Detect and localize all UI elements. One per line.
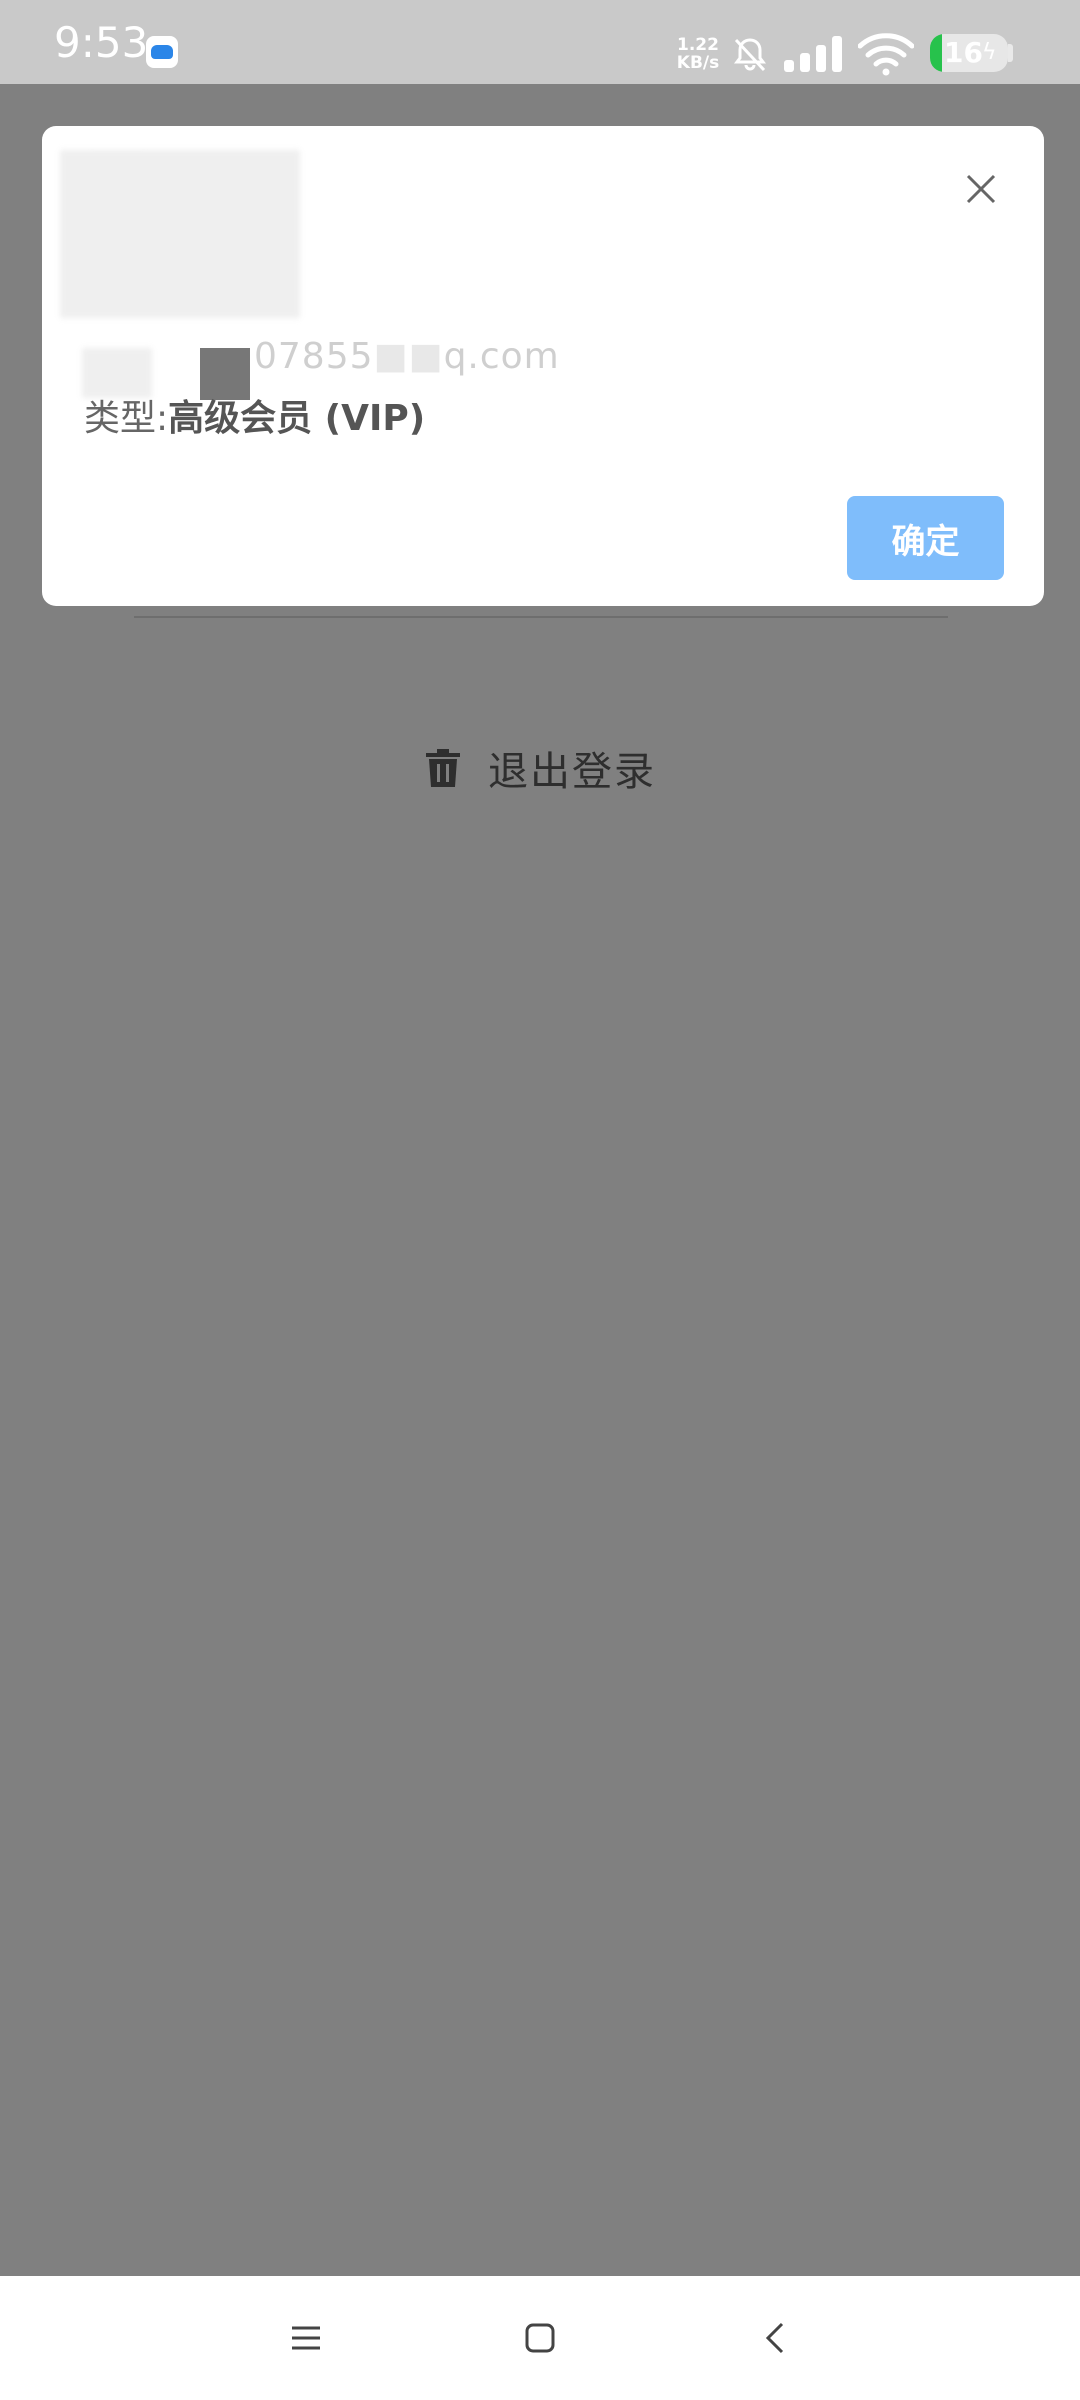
back-icon[interactable] (752, 2314, 800, 2362)
home-icon[interactable] (516, 2314, 564, 2362)
trash-icon (426, 749, 460, 787)
email-fragment: 07855■■q.com (254, 336, 560, 377)
confirm-button[interactable]: 确定 (847, 496, 1004, 580)
menu-icon[interactable] (282, 2314, 330, 2362)
network-speed-value: 1.22 (677, 35, 719, 55)
redacted-email-part (200, 348, 250, 400)
member-type-label: 类型: (84, 398, 169, 439)
bell-off-icon (734, 38, 766, 72)
logout-label: 退出登录 (488, 749, 656, 795)
battery-charging-icon: 16 ϟ (930, 34, 1008, 72)
app-notification-icon (146, 36, 178, 68)
logout-button[interactable]: 退出登录 (424, 738, 656, 798)
battery-level: 16 (944, 36, 983, 69)
battery-fill (930, 34, 943, 72)
redacted-email-prefix (82, 348, 152, 398)
network-speed-unit: KB/s (676, 53, 720, 73)
signal-icon (784, 36, 842, 72)
status-bar: 9:53 1.22 KB/s 16 ϟ (0, 0, 1080, 84)
redacted-area (60, 150, 300, 318)
account-info-dialog: 07855■■q.com 类型:高级会员 (VIP) 确定 (42, 126, 1044, 606)
navigation-bar (0, 2276, 1080, 2400)
status-time: 9:53 (54, 18, 149, 67)
charging-bolt-icon: ϟ (982, 40, 997, 65)
background-divider (134, 616, 948, 618)
network-speed: 1.22 KB/s (670, 36, 726, 72)
wifi-icon (858, 33, 914, 76)
battery-tip (1008, 44, 1013, 62)
member-type-row: 类型:高级会员 (VIP) (84, 396, 425, 442)
member-type-value: 高级会员 (VIP) (168, 398, 426, 439)
close-icon[interactable] (964, 172, 998, 206)
